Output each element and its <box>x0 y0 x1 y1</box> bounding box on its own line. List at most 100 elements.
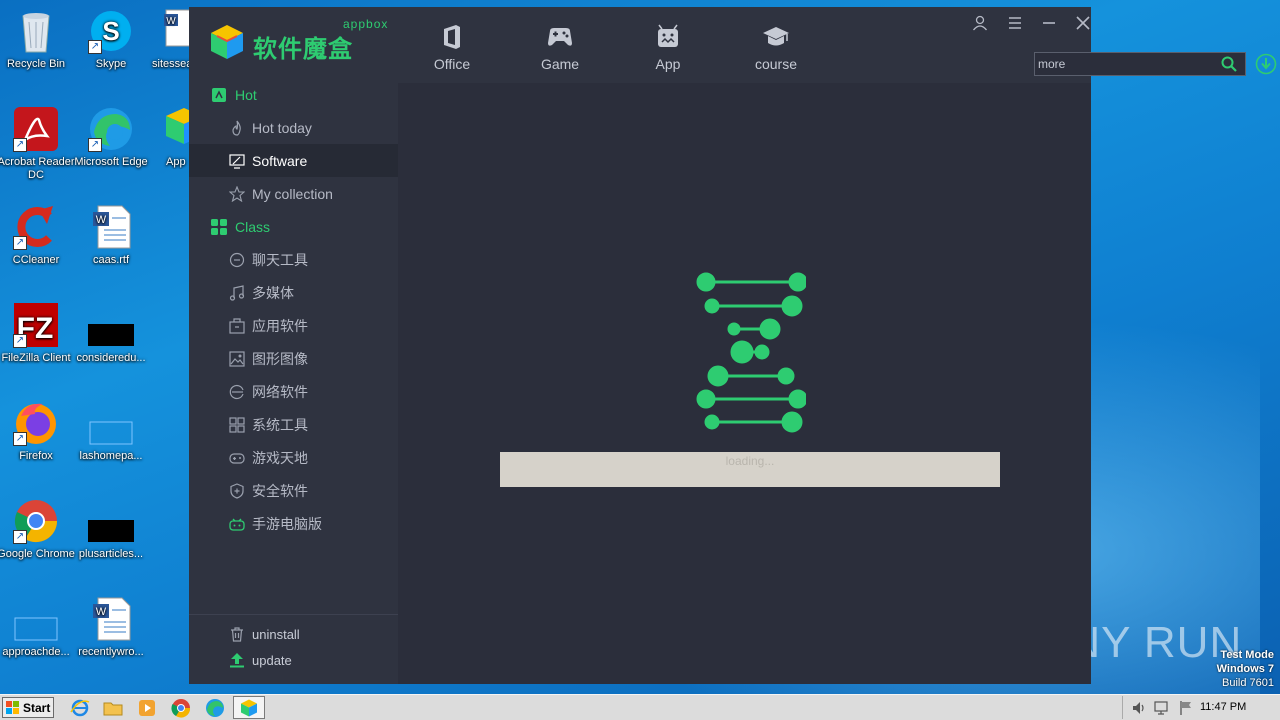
desktop-icon-label: consideredu... <box>76 352 146 364</box>
browser-icon <box>229 384 244 399</box>
blank-file-icon <box>88 400 134 446</box>
taskbar: Start 11:47 PM <box>0 694 1280 720</box>
acrobat-icon: ↗ <box>13 106 59 152</box>
desktop-icon-label: Microsoft Edge <box>74 156 148 168</box>
sidebar-item-label: 安全软件 <box>252 482 308 499</box>
desktop-icon-skype[interactable]: S ↗ Skype <box>68 8 154 71</box>
desktop-icon-caas-rtf[interactable]: W caas.rtf <box>68 204 154 267</box>
android-icon <box>658 24 678 47</box>
skype-icon: S ↗ <box>88 8 134 54</box>
class-section-header: Class <box>211 217 270 237</box>
gamepad-icon <box>548 28 572 46</box>
sidebar-item-label: 手游电脑版 <box>252 515 322 532</box>
close-icon[interactable] <box>1075 15 1091 31</box>
hot-badge-icon <box>212 88 226 102</box>
desktop-icon-lashomepa[interactable]: lashomepa... <box>68 400 154 463</box>
desktop-icon-label: lashomepa... <box>79 450 143 462</box>
tab-course[interactable]: course <box>741 23 811 72</box>
sidebar-item-label: 图形图像 <box>252 350 308 367</box>
sidebar-item-graphics[interactable]: 图形图像 <box>189 342 398 375</box>
taskbar-appbox-button[interactable] <box>233 696 265 719</box>
appbox-cube-icon <box>164 106 190 152</box>
edge-icon[interactable] <box>205 698 225 718</box>
shield-icon <box>230 482 244 499</box>
sidebar-item-games[interactable]: 游戏天地 <box>189 441 398 474</box>
toolbox-icon <box>229 317 245 334</box>
update-button[interactable]: update <box>229 652 292 668</box>
sidebar-item-label: 多媒体 <box>252 284 294 301</box>
recycle-bin-icon <box>13 8 59 54</box>
sidebar-item-network[interactable]: 网络软件 <box>189 375 398 408</box>
star-icon <box>229 185 245 202</box>
network-icon[interactable] <box>1154 700 1170 716</box>
desktop-icon-consideredu[interactable]: consideredu... <box>68 302 154 365</box>
minimize-icon[interactable] <box>1041 15 1057 31</box>
sidebar-item-chat-tools[interactable]: 聊天工具 <box>189 243 398 276</box>
loading-progress-bar: loading... <box>500 452 1000 487</box>
desktop-icon-label: recentlywro... <box>78 646 144 658</box>
tab-app[interactable]: App <box>633 23 703 72</box>
sidebar-item-mobile-games[interactable]: 手游电脑版 <box>189 507 398 540</box>
desktop-icon-sitessea[interactable]: W sitessea <box>144 8 190 71</box>
user-icon[interactable] <box>972 15 988 31</box>
desktop-icon-label: caas.rtf <box>92 254 130 266</box>
music-note-icon <box>229 284 245 301</box>
sidebar-item-system-tools[interactable]: 系统工具 <box>189 408 398 441</box>
filezilla-icon: FZ ↗ <box>13 302 59 348</box>
office-icon <box>444 25 460 49</box>
search-box[interactable] <box>1034 52 1246 76</box>
start-label: Start <box>23 700 51 715</box>
trash-icon <box>231 627 243 642</box>
menu-icon[interactable] <box>1007 15 1023 31</box>
desktop-icon-label: plusarticles... <box>78 548 144 560</box>
black-file-icon <box>88 498 134 544</box>
desktop-icon-appbox[interactable]: App <box>144 106 190 169</box>
tab-game[interactable]: Game <box>525 23 595 72</box>
svg-text:W: W <box>166 16 176 27</box>
image-icon <box>229 350 245 367</box>
word-doc-icon: W <box>164 8 190 54</box>
sidebar-item-label: My collection <box>252 185 333 202</box>
sidebar-item-label: 网络软件 <box>252 383 308 400</box>
sidebar-item-label: 聊天工具 <box>252 251 308 268</box>
monitor-icon <box>229 153 245 169</box>
sidebar-item-hot-today[interactable]: Hot today <box>189 111 398 144</box>
sidebar-item-my-collection[interactable]: My collection <box>189 177 398 210</box>
uninstall-button[interactable]: uninstall <box>229 626 300 642</box>
search-icon[interactable] <box>1221 56 1237 72</box>
tab-label: App <box>655 56 681 72</box>
upload-arrow-icon <box>230 653 244 668</box>
loading-spinner-icon <box>696 272 806 433</box>
sidebar-item-multimedia[interactable]: 多媒体 <box>189 276 398 309</box>
ie-icon[interactable] <box>70 698 90 718</box>
sidebar-item-label: 游戏天地 <box>252 449 308 466</box>
appbox-cube-icon <box>241 699 257 717</box>
volume-icon[interactable] <box>1131 700 1147 716</box>
watermark-line3: Build 7601 <box>1222 677 1274 689</box>
action-center-flag-icon[interactable] <box>1178 700 1194 716</box>
uninstall-label: uninstall <box>252 626 300 642</box>
tab-label: course <box>754 56 798 72</box>
clock[interactable]: 11:47 PM <box>1200 701 1246 713</box>
grid-icon <box>211 219 227 235</box>
logo-subtext: appbox <box>343 17 389 31</box>
desktop-icon-recentlywro[interactable]: W recentlywro... <box>68 596 154 659</box>
search-input[interactable] <box>1035 53 1215 75</box>
desktop-icon-plusarticles[interactable]: plusarticles... <box>68 498 154 561</box>
svg-text:W: W <box>96 606 107 618</box>
tab-office[interactable]: Office <box>417 23 487 72</box>
sidebar-item-security[interactable]: 安全软件 <box>189 474 398 507</box>
download-icon[interactable] <box>1255 53 1277 75</box>
sidebar-item-applications[interactable]: 应用软件 <box>189 309 398 342</box>
media-player-icon[interactable] <box>137 698 157 718</box>
chrome-icon[interactable] <box>171 698 191 718</box>
mobile-game-icon <box>229 518 245 531</box>
top-toolbar: Office Game App course <box>398 7 1277 83</box>
start-button[interactable]: Start <box>2 697 54 718</box>
desktop-icon-edge[interactable]: ↗ Microsoft Edge <box>68 106 154 169</box>
ccleaner-icon: ↗ <box>13 204 59 250</box>
sidebar-item-software[interactable]: Software <box>189 144 398 177</box>
firefox-icon: ↗ <box>13 400 59 446</box>
folder-icon[interactable] <box>103 698 123 718</box>
test-mode-watermark: Test Mode Windows 7 Build 7601 <box>1217 648 1274 690</box>
